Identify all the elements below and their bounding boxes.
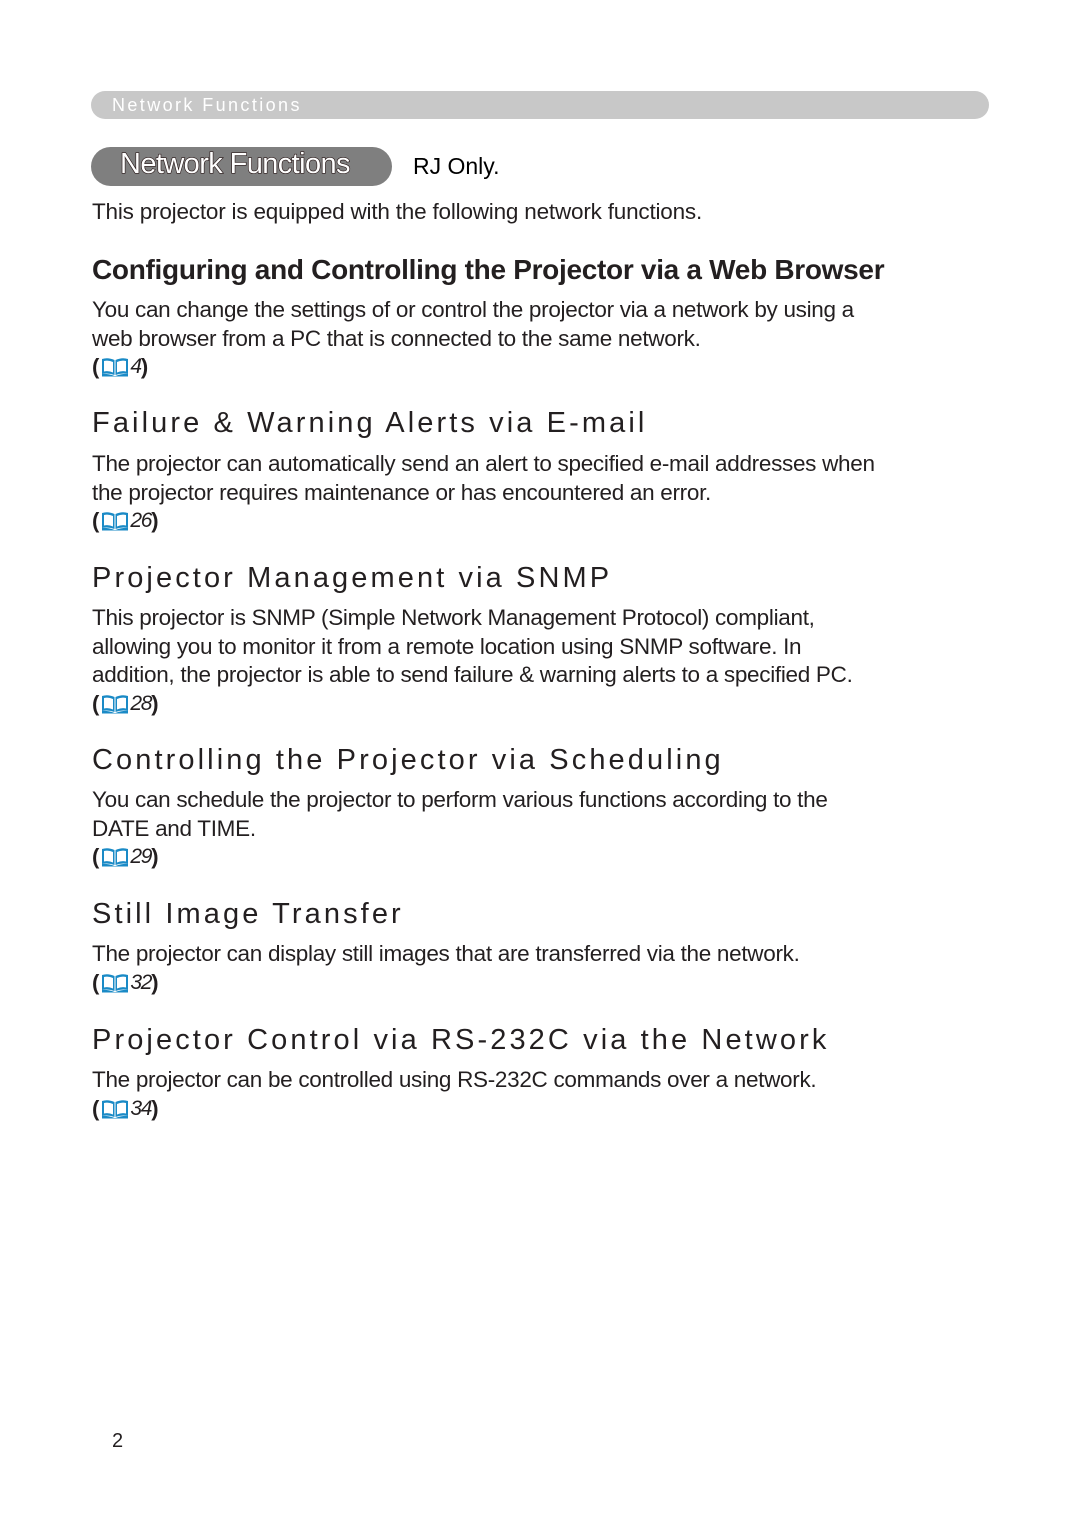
section-text-line: allowing you to monitor it from a remote… (92, 633, 802, 659)
section-text-line: The projector can automatically send an … (92, 451, 875, 476)
ref-close-paren: ) (140, 354, 149, 379)
section-heading: Still Image Transfer (92, 898, 404, 930)
ref-open-paren: ( (92, 508, 100, 533)
page-reference[interactable]: ( 29 ) (92, 843, 992, 871)
page-reference[interactable]: ( 4 ) (92, 353, 992, 381)
section-text-line: addition, the projector is able to send … (92, 662, 853, 687)
section-text-line: The projector can display still images t… (92, 941, 800, 966)
section-heading: Configuring and Controlling the Projecto… (92, 254, 885, 285)
chapter-qualifier: RJ Only. (413, 153, 500, 179)
ref-close-paren: ) (151, 508, 159, 533)
section-heading: Failure & Warning Alerts via E-mail (92, 407, 648, 439)
book-icon (102, 512, 129, 531)
page-reference[interactable]: ( 32 ) (92, 969, 992, 997)
section-text-line: the projector requires maintenance or ha… (92, 479, 711, 505)
section-heading: Projector Control via RS-232C via the Ne… (92, 1024, 830, 1056)
running-header-title: Network Functions (112, 95, 302, 115)
section-text-line: web browser from a PC that is connected … (92, 325, 701, 351)
page-number: 2 (112, 1430, 124, 1452)
section-scheduling: Controlling the Projector via Scheduling… (92, 744, 992, 871)
ref-open-paren: ( (92, 1095, 100, 1121)
section-snmp: Projector Management via SNMP This proje… (92, 562, 992, 718)
running-header-bar: Network Functions (91, 91, 989, 119)
section-text-line: The projector can be controlled using RS… (92, 1067, 817, 1092)
ref-close-paren: ) (151, 844, 159, 869)
intro-text: This projector is equipped with the foll… (92, 199, 703, 224)
section-rs232c: Projector Control via RS-232C via the Ne… (92, 1024, 992, 1123)
ref-open-paren: ( (92, 844, 100, 869)
section-email-alerts: Failure & Warning Alerts via E-mail The … (92, 407, 992, 535)
book-icon (102, 358, 129, 377)
ref-page-number: 4 (130, 355, 142, 378)
ref-close-paren: ) (151, 969, 159, 995)
book-icon (102, 973, 129, 992)
section-text-line: DATE and TIME. (92, 815, 256, 841)
book-icon (102, 1099, 129, 1118)
page-reference[interactable]: ( 28 ) (92, 690, 992, 718)
page-reference[interactable]: ( 34 ) (92, 1095, 992, 1123)
ref-open-paren: ( (92, 690, 100, 716)
section-text-line: You can schedule the projector to perfor… (92, 787, 828, 812)
book-icon (102, 848, 129, 867)
ref-close-paren: ) (151, 1095, 159, 1121)
ref-page-number: 29 (130, 845, 152, 868)
section-text-line: This projector is SNMP (Simple Network M… (92, 605, 815, 630)
ref-page-number: 32 (130, 970, 152, 994)
page-reference[interactable]: ( 26 ) (92, 507, 992, 535)
ref-page-number: 34 (130, 1096, 152, 1120)
section-still-image: Still Image Transfer The projector can d… (92, 898, 992, 997)
ref-open-paren: ( (92, 354, 100, 379)
ref-close-paren: ) (151, 690, 159, 716)
ref-open-paren: ( (92, 969, 100, 995)
section-web-browser: Configuring and Controlling the Projecto… (92, 254, 992, 381)
section-heading: Controlling the Projector via Scheduling (92, 744, 724, 776)
ref-page-number: 26 (130, 509, 152, 532)
section-text-line: You can change the settings of or contro… (92, 297, 854, 322)
chapter-title: Network Functions (119, 147, 351, 180)
section-heading: Projector Management via SNMP (92, 562, 613, 594)
book-icon (102, 694, 129, 713)
ref-page-number: 28 (130, 691, 152, 715)
chapter-title-pill: Network Functions (91, 147, 392, 186)
